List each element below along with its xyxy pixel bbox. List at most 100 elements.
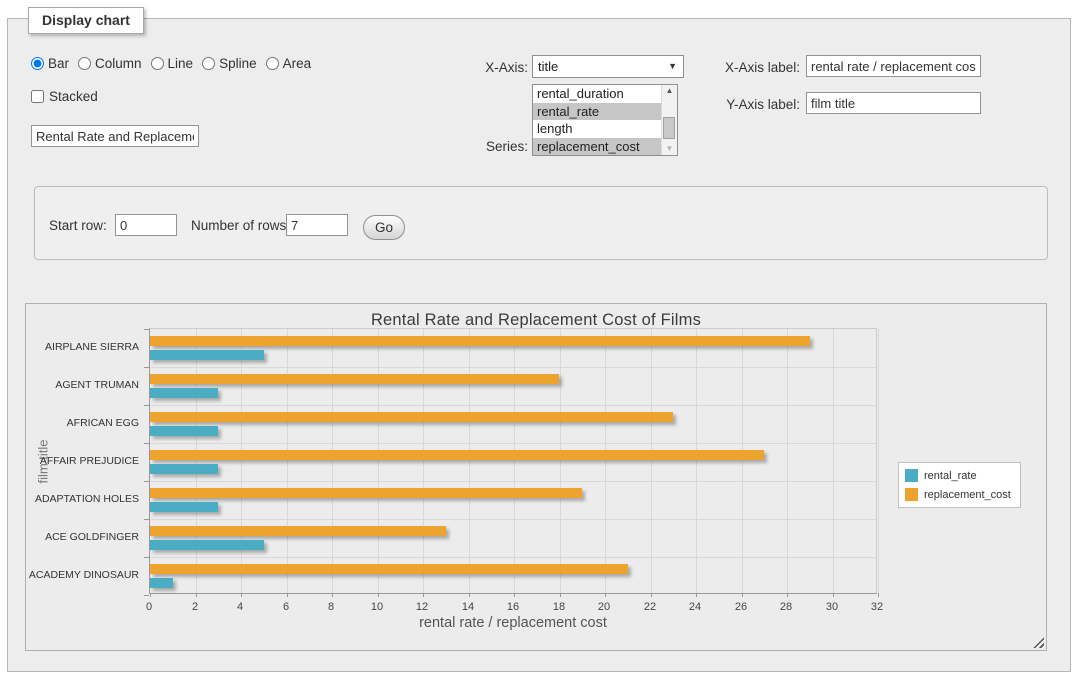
bar-replacement_cost-academy-dinosaur [150, 564, 628, 574]
stacked-checkbox[interactable] [31, 90, 44, 103]
scrollbar-down-icon[interactable]: ▼ [662, 143, 677, 155]
x-tick-mark [787, 593, 788, 597]
bar-rental_rate-adaptation-holes [150, 502, 218, 512]
chart-type-label: Spline [219, 56, 257, 71]
chart-type-option-area[interactable]: Area [266, 56, 312, 71]
bar-replacement_cost-affair-prejudice [150, 450, 764, 460]
x-tick-mark [742, 593, 743, 597]
legend-label: replacement_cost [924, 489, 1011, 501]
x-tick-label: 2 [177, 601, 213, 613]
y-tick-mark [144, 405, 149, 406]
chart-type-options: Bar Column Line Spline Area [31, 56, 320, 71]
x-tick-label: 8 [313, 601, 349, 613]
bar-rental_rate-agent-truman [150, 388, 218, 398]
gridline-v [560, 329, 561, 593]
fieldset-legend: Display chart [28, 7, 144, 34]
gridline-v [833, 329, 834, 593]
gridline-h [150, 443, 876, 444]
stacked-label: Stacked [49, 89, 98, 104]
y-tick-mark [144, 367, 149, 368]
series-listbox-label: Series: [440, 139, 528, 154]
x-tick-label: 26 [723, 601, 759, 613]
legend-swatch-rental_rate [905, 469, 918, 482]
bar-replacement_cost-african-egg [150, 412, 673, 422]
gridline-h [150, 367, 876, 368]
x-tick-mark [560, 593, 561, 597]
bar-rental_rate-airplane-sierra [150, 350, 264, 360]
bar-replacement_cost-airplane-sierra [150, 336, 810, 346]
number-of-rows-input[interactable] [286, 214, 348, 236]
series-option-replacement_cost[interactable]: replacement_cost [533, 138, 661, 156]
x-tick-mark [878, 593, 879, 597]
chart-title-input[interactable] [31, 125, 199, 147]
x-tick-label: 24 [677, 601, 713, 613]
x-tick-mark [241, 593, 242, 597]
gridline-v [696, 329, 697, 593]
x-axis-select[interactable]: title ▼ [532, 55, 684, 78]
x-tick-label: 22 [632, 601, 668, 613]
x-tick-mark [378, 593, 379, 597]
category-label: ACADEMY DINOSAUR [26, 569, 139, 581]
gridline-v [287, 329, 288, 593]
series-options: rental_durationrental_ratelengthreplacem… [533, 85, 661, 155]
x-tick-label: 10 [359, 601, 395, 613]
gridline-v [605, 329, 606, 593]
series-listbox[interactable]: rental_durationrental_ratelengthreplacem… [532, 84, 678, 156]
series-option-rental_rate[interactable]: rental_rate [533, 103, 661, 121]
stacked-checkbox-row[interactable]: Stacked [31, 89, 98, 104]
series-option-rental_duration[interactable]: rental_duration [533, 85, 661, 103]
category-label: AFFAIR PREJUDICE [26, 455, 139, 467]
series-option-length[interactable]: length [533, 120, 661, 138]
x-tick-label: 4 [222, 601, 258, 613]
category-label: ACE GOLDFINGER [26, 531, 139, 543]
start-row-input[interactable] [115, 214, 177, 236]
chart-type-radio-bar[interactable] [31, 57, 44, 70]
chart-type-option-bar[interactable]: Bar [31, 56, 69, 71]
chart-type-radio-area[interactable] [266, 57, 279, 70]
x-axis-select-value: title [533, 56, 683, 77]
chart-type-option-line[interactable]: Line [151, 56, 194, 71]
gridline-v [787, 329, 788, 593]
gridline-v [423, 329, 424, 593]
x-tick-mark [651, 593, 652, 597]
x-tick-mark [287, 593, 288, 597]
x-axis-label-label: X-Axis label: [712, 60, 800, 75]
chart-type-radio-line[interactable] [151, 57, 164, 70]
chart-type-option-column[interactable]: Column [78, 56, 142, 71]
bar-rental_rate-african-egg [150, 426, 218, 436]
scrollbar-up-icon[interactable]: ▲ [662, 85, 677, 97]
y-tick-mark [144, 443, 149, 444]
y-tick-mark [144, 595, 149, 596]
x-tick-mark [605, 593, 606, 597]
category-label: AIRPLANE SIERRA [26, 341, 139, 353]
bar-rental_rate-academy-dinosaur [150, 578, 173, 588]
gridline-h [150, 481, 876, 482]
x-tick-label: 20 [586, 601, 622, 613]
x-tick-mark [150, 593, 151, 597]
x-tick-mark [833, 593, 834, 597]
y-axis-label-input[interactable] [806, 92, 981, 114]
resize-handle-icon[interactable] [1033, 637, 1044, 648]
dropdown-arrow-icon: ▼ [668, 61, 677, 71]
chart-type-radio-spline[interactable] [202, 57, 215, 70]
chart-type-option-spline[interactable]: Spline [202, 56, 257, 71]
gridline-h [150, 557, 876, 558]
y-tick-mark [144, 519, 149, 520]
go-button[interactable]: Go [363, 215, 405, 240]
scrollbar-thumb[interactable] [663, 117, 675, 139]
x-tick-mark [423, 593, 424, 597]
chart-type-label: Line [168, 56, 194, 71]
chart-x-axis-title: rental rate / replacement cost [149, 615, 877, 631]
number-of-rows-label: Number of rows: [191, 218, 290, 233]
bar-rental_rate-ace-goldfinger [150, 540, 264, 550]
rows-panel: Start row: Number of rows: Go [34, 186, 1048, 260]
x-tick-label: 14 [450, 601, 486, 613]
y-tick-mark [144, 329, 149, 330]
series-scrollbar[interactable]: ▲ ▼ [661, 85, 677, 155]
chart-type-radio-column[interactable] [78, 57, 91, 70]
legend-entry-rental_rate: rental_rate [905, 469, 1011, 482]
gridline-v [514, 329, 515, 593]
bar-replacement_cost-adaptation-holes [150, 488, 582, 498]
x-axis-label-input[interactable] [806, 55, 981, 77]
category-label: AGENT TRUMAN [26, 379, 139, 391]
